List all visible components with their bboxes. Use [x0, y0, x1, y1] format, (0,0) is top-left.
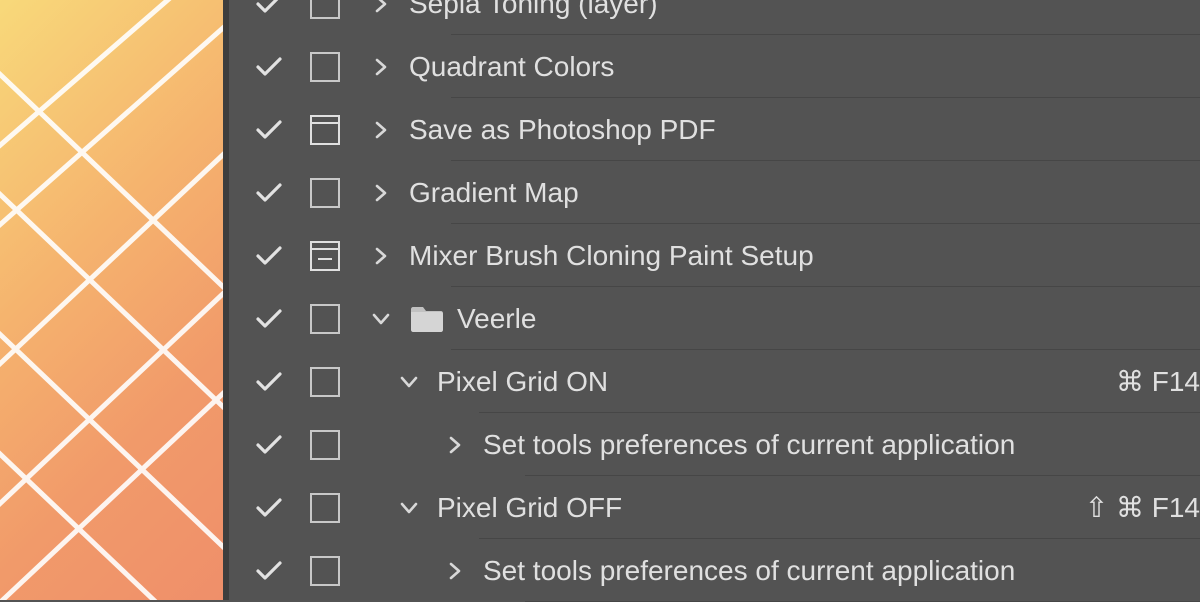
dialog-toggle[interactable]	[297, 0, 353, 19]
enable-checkbox[interactable]	[241, 245, 297, 267]
action-step-row[interactable]: Set tools preferences of current applica…	[223, 539, 1200, 602]
chevron-right-icon	[372, 58, 390, 76]
dialog-off-icon	[310, 178, 340, 208]
disclosure-toggle[interactable]	[353, 121, 409, 139]
chevron-right-icon	[372, 247, 390, 265]
enable-checkbox[interactable]	[241, 497, 297, 519]
enable-checkbox[interactable]	[241, 56, 297, 78]
check-icon	[255, 245, 283, 267]
chevron-right-icon	[372, 0, 390, 13]
chevron-right-icon	[446, 436, 464, 454]
action-shortcut: ⇧ ⌘ F14	[1085, 491, 1200, 524]
disclosure-toggle[interactable]	[381, 373, 437, 391]
enable-checkbox[interactable]	[241, 182, 297, 204]
check-icon	[255, 560, 283, 582]
action-row[interactable]: Quadrant Colors	[223, 35, 1200, 98]
enable-checkbox[interactable]	[241, 434, 297, 456]
dialog-off-icon	[310, 0, 340, 19]
dialog-off-icon	[310, 556, 340, 586]
disclosure-toggle[interactable]	[353, 0, 409, 13]
enable-checkbox[interactable]	[241, 0, 297, 15]
disclosure-toggle[interactable]	[427, 436, 483, 454]
check-icon	[255, 371, 283, 393]
action-row[interactable]: Mixer Brush Cloning Paint Setup	[223, 224, 1200, 287]
action-label: Pixel Grid OFF	[437, 492, 1085, 524]
dialog-toggle[interactable]	[297, 493, 353, 523]
folder-icon	[409, 304, 445, 334]
disclosure-toggle[interactable]	[353, 247, 409, 265]
dialog-toggle[interactable]	[297, 241, 353, 271]
dialog-toggle[interactable]	[297, 178, 353, 208]
dialog-off-icon	[310, 304, 340, 334]
check-icon	[255, 497, 283, 519]
dialog-toggle[interactable]	[297, 556, 353, 586]
dialog-off-icon	[310, 493, 340, 523]
actions-panel: Sepia Toning (layer) Quadrant Colors Sav…	[223, 0, 1200, 600]
dialog-toggle[interactable]	[297, 430, 353, 460]
chevron-right-icon	[372, 121, 390, 139]
enable-checkbox[interactable]	[241, 308, 297, 330]
folder-icon-cell	[409, 304, 457, 334]
dialog-toggle[interactable]	[297, 115, 353, 145]
check-icon	[255, 308, 283, 330]
check-icon	[255, 56, 283, 78]
enable-checkbox[interactable]	[241, 371, 297, 393]
disclosure-toggle[interactable]	[353, 310, 409, 328]
action-set-label: Veerle	[457, 303, 1200, 335]
enable-checkbox[interactable]	[241, 119, 297, 141]
action-row[interactable]: Gradient Map	[223, 161, 1200, 224]
action-step-label: Set tools preferences of current applica…	[483, 429, 1200, 461]
chevron-right-icon	[446, 562, 464, 580]
check-icon	[255, 182, 283, 204]
chevron-down-icon	[400, 373, 418, 391]
action-label: Pixel Grid ON	[437, 366, 1116, 398]
action-step-row[interactable]: Set tools preferences of current applica…	[223, 413, 1200, 476]
action-label: Gradient Map	[409, 177, 1200, 209]
action-label: Quadrant Colors	[409, 51, 1200, 83]
dialog-off-icon	[310, 52, 340, 82]
dialog-partial-icon	[310, 241, 340, 271]
disclosure-toggle[interactable]	[427, 562, 483, 580]
document-canvas-preview	[0, 0, 223, 600]
disclosure-toggle[interactable]	[353, 184, 409, 202]
check-icon	[255, 434, 283, 456]
action-row[interactable]: Sepia Toning (layer)	[223, 0, 1200, 35]
action-row[interactable]: Save as Photoshop PDF	[223, 98, 1200, 161]
dialog-toggle[interactable]	[297, 304, 353, 334]
enable-checkbox[interactable]	[241, 560, 297, 582]
action-label: Sepia Toning (layer)	[409, 0, 1200, 20]
action-label: Save as Photoshop PDF	[409, 114, 1200, 146]
dialog-on-icon	[310, 115, 340, 145]
chevron-right-icon	[372, 184, 390, 202]
action-row[interactable]: Pixel Grid OFF ⇧ ⌘ F14	[223, 476, 1200, 539]
dialog-off-icon	[310, 430, 340, 460]
action-step-label: Set tools preferences of current applica…	[483, 555, 1200, 587]
action-shortcut: ⌘ F14	[1116, 365, 1200, 398]
dialog-off-icon	[310, 367, 340, 397]
chevron-down-icon	[372, 310, 390, 328]
action-label: Mixer Brush Cloning Paint Setup	[409, 240, 1200, 272]
disclosure-toggle[interactable]	[381, 499, 437, 517]
check-icon	[255, 0, 283, 15]
action-row[interactable]: Pixel Grid ON ⌘ F14	[223, 350, 1200, 413]
disclosure-toggle[interactable]	[353, 58, 409, 76]
chevron-down-icon	[400, 499, 418, 517]
action-set-row[interactable]: Veerle	[223, 287, 1200, 350]
artwork-lines	[0, 0, 223, 600]
dialog-toggle[interactable]	[297, 52, 353, 82]
dialog-toggle[interactable]	[297, 367, 353, 397]
check-icon	[255, 119, 283, 141]
